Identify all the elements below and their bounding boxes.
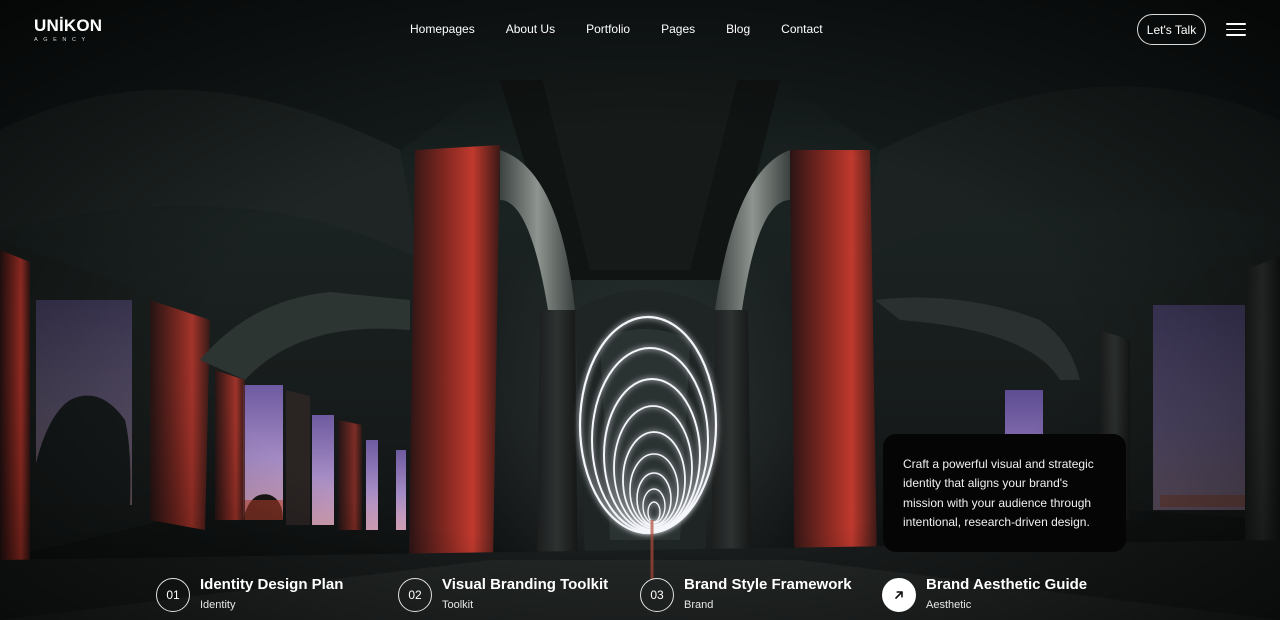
feature-tag: Brand xyxy=(684,599,714,611)
feature-tag: Aesthetic xyxy=(926,599,972,611)
lets-talk-button[interactable]: Let's Talk xyxy=(1137,14,1206,45)
feature-title: Brand Aesthetic Guide xyxy=(926,576,1088,593)
feature-item-identity[interactable]: 01 Identity Design Plan Identity xyxy=(156,577,343,612)
feature-number: 03 xyxy=(640,578,674,612)
hamburger-icon[interactable] xyxy=(1226,23,1246,36)
feature-item-toolkit[interactable]: 02 Visual Branding Toolkit Toolkit xyxy=(398,577,608,612)
hero-description: Craft a powerful visual and strategic id… xyxy=(903,457,1094,529)
nav-item-about-us[interactable]: About Us xyxy=(506,22,555,36)
feature-title: Brand Style Framework xyxy=(684,576,852,593)
nav-item-portfolio[interactable]: Portfolio xyxy=(586,22,630,36)
feature-title: Identity Design Plan xyxy=(200,576,344,593)
feature-number: 02 xyxy=(398,578,432,612)
nav-item-blog[interactable]: Blog xyxy=(726,22,750,36)
nav-item-homepages[interactable]: Homepages xyxy=(410,22,475,36)
feature-tag: Identity xyxy=(200,599,236,611)
feature-tag: Toolkit xyxy=(442,599,474,611)
feature-number: 01 xyxy=(156,578,190,612)
feature-title: Visual Branding Toolkit xyxy=(442,576,609,593)
arrow-up-right-icon[interactable] xyxy=(882,578,916,612)
brand-logo[interactable]: UNİKON AGENCY xyxy=(34,17,102,43)
main-nav: Homepages About Us Portfolio Pages Blog … xyxy=(410,22,823,36)
nav-item-pages[interactable]: Pages xyxy=(661,22,695,36)
feature-item-brand[interactable]: 03 Brand Style Framework Brand xyxy=(640,577,852,612)
description-card: Craft a powerful visual and strategic id… xyxy=(883,434,1126,552)
feature-item-aesthetic[interactable]: Brand Aesthetic Guide Aesthetic xyxy=(882,577,1087,612)
brand-name: UNİKON xyxy=(34,16,103,35)
nav-item-contact[interactable]: Contact xyxy=(781,22,822,36)
brand-tagline: AGENCY xyxy=(34,37,91,43)
